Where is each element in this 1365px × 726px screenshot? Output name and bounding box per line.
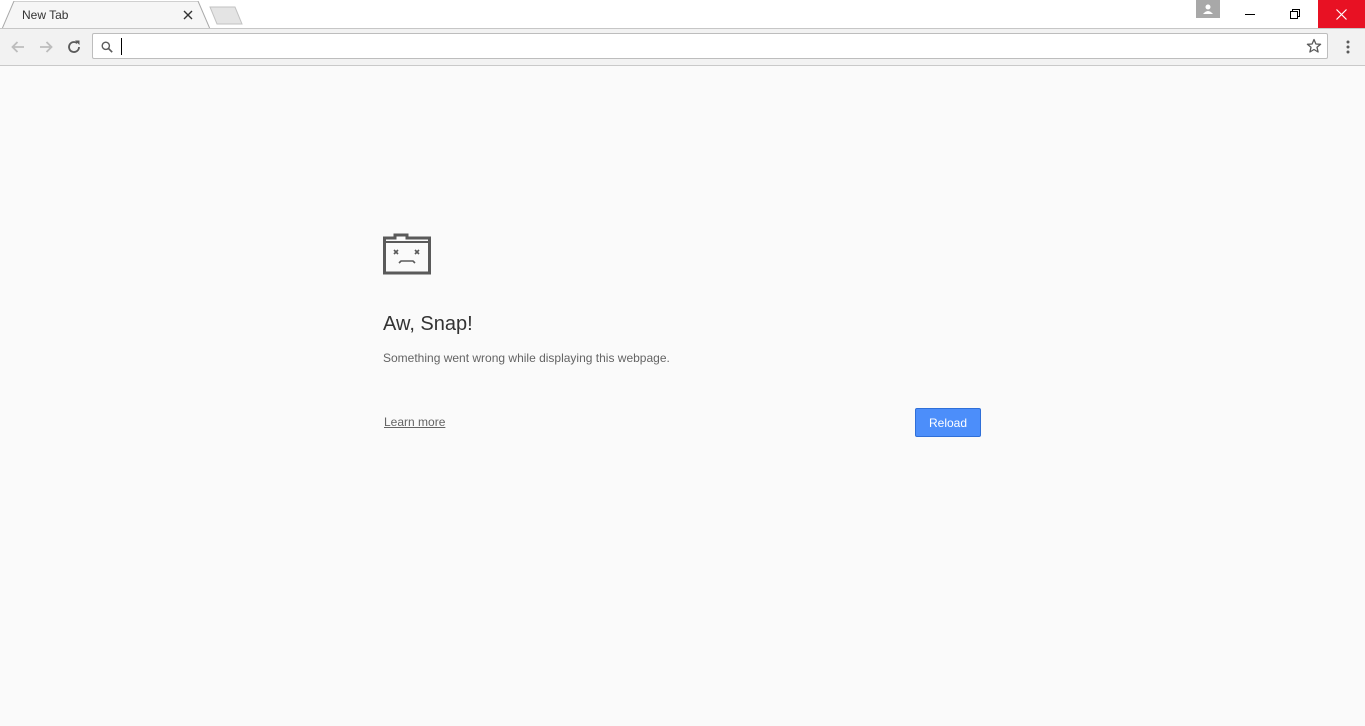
reload-button[interactable] xyxy=(63,36,85,58)
arrow-right-icon xyxy=(40,41,53,53)
profile-button[interactable] xyxy=(1196,0,1220,18)
tab-new-tab[interactable]: New Tab xyxy=(2,1,212,29)
tab-title: New Tab xyxy=(22,8,69,22)
omnibox[interactable] xyxy=(92,33,1328,59)
back-button[interactable] xyxy=(7,36,29,58)
restore-icon xyxy=(1289,9,1300,19)
avatar-icon xyxy=(1203,4,1213,14)
text-caret xyxy=(121,38,122,55)
toolbar xyxy=(0,29,1365,66)
reload-icon xyxy=(68,40,80,53)
close-window-button[interactable] xyxy=(1318,0,1365,28)
sad-tab-icon xyxy=(383,233,431,280)
learn-more-link[interactable]: Learn more xyxy=(384,415,445,429)
reload-page-button[interactable]: Reload xyxy=(915,408,981,437)
error-heading: Aw, Snap! xyxy=(383,313,473,335)
close-icon xyxy=(1336,8,1347,20)
more-vertical-icon xyxy=(1346,40,1350,54)
arrow-left-icon xyxy=(11,41,24,53)
minimize-icon xyxy=(1244,14,1255,15)
star-icon[interactable] xyxy=(1306,38,1322,59)
error-message: Something went wrong while displaying th… xyxy=(383,351,670,365)
restore-button[interactable] xyxy=(1272,0,1317,28)
minimize-button[interactable] xyxy=(1227,0,1272,28)
new-tab-button[interactable] xyxy=(207,6,245,25)
forward-button[interactable] xyxy=(35,36,57,58)
title-bar: New Tab xyxy=(0,0,1365,29)
omnibox-input[interactable] xyxy=(119,36,1299,56)
browser-menu-button[interactable] xyxy=(1338,36,1358,58)
close-icon[interactable] xyxy=(180,7,196,23)
new-tab-icon xyxy=(209,6,243,25)
search-icon xyxy=(101,40,113,58)
